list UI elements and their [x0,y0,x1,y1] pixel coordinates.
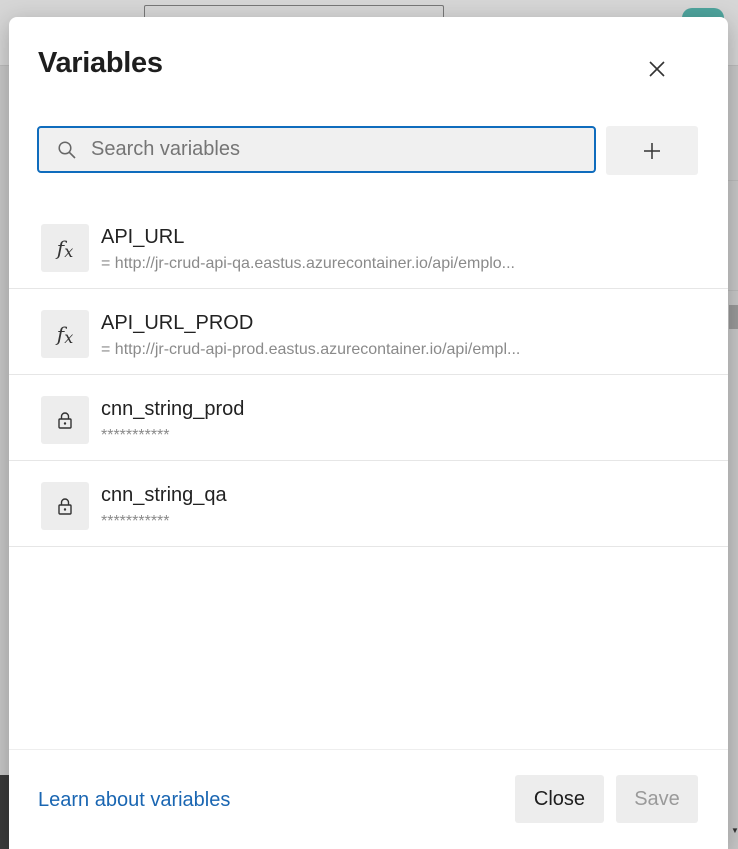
variable-value: = http://jr-crud-api-prod.eastus.azureco… [101,341,521,358]
variable-row[interactable]: cnn_string_prod *********** [9,375,728,461]
background-divider [728,290,738,291]
variable-value: *********** [101,427,170,444]
background-scrollbar-thumb [729,305,738,329]
plus-icon [644,142,660,159]
variable-row[interactable]: fx API_URL = http://jr-crud-api-qa.eastu… [9,203,728,289]
dialog-title: Variables [38,47,163,79]
close-button[interactable]: Close [515,775,604,823]
background-divider [728,180,738,181]
variable-value: = http://jr-crud-api-qa.eastus.azurecont… [101,255,515,272]
close-icon[interactable] [645,57,669,81]
variable-name: API_URL [101,226,185,248]
variable-row[interactable]: fx API_URL_PROD = http://jr-crud-api-pro… [9,289,728,375]
variables-dialog: Variables fx API_URL = http://jr-crud-ap… [9,17,728,849]
footer-divider [9,749,728,750]
scroll-down-arrow-icon: ▼ [731,826,738,835]
variable-row[interactable]: cnn_string_qa *********** [9,461,728,547]
function-icon: fx [41,224,89,272]
function-icon: fx [41,310,89,358]
save-button[interactable]: Save [616,775,698,823]
variable-name: API_URL_PROD [101,312,254,334]
search-box [37,126,596,173]
lock-icon [41,396,89,444]
variable-list: fx API_URL = http://jr-crud-api-qa.eastu… [9,203,728,547]
search-icon [58,141,76,159]
variable-value: *********** [101,513,170,530]
variable-name: cnn_string_qa [101,484,227,506]
lock-icon [41,482,89,530]
learn-about-variables-link[interactable]: Learn about variables [38,789,230,812]
background-panel-edge [0,775,9,849]
add-variable-button[interactable] [606,126,698,175]
variable-name: cnn_string_prod [101,398,245,420]
search-input[interactable] [91,128,581,171]
